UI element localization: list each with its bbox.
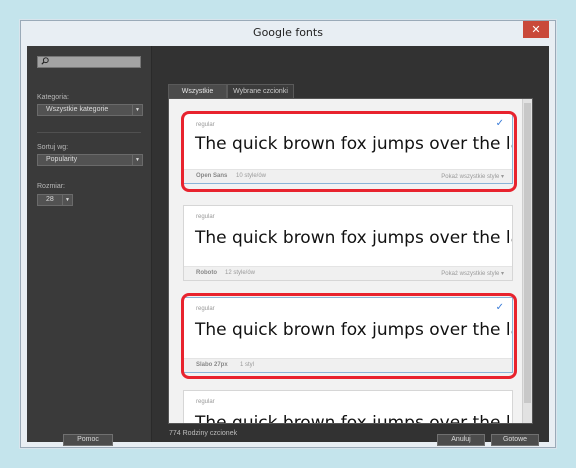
title-bar: Google fonts ✕ (21, 21, 555, 45)
font-sample: The quick brown fox jumps over the lazy … (195, 228, 512, 248)
size-select[interactable]: 28 ▼ (37, 194, 73, 206)
search-icon (41, 57, 49, 65)
families-count: 774 Rodziny czcionek (169, 430, 238, 437)
tab-selected-fonts[interactable]: Wybrane czcionki (227, 84, 294, 98)
font-name: Roboto (196, 270, 217, 276)
card-footer: Roboto 12 style/ów Pokaż wszystkie style… (184, 266, 512, 280)
style-label: regular (196, 214, 215, 220)
style-count: 12 style/ów (225, 270, 256, 276)
font-card-roboto[interactable]: regular The quick brown fox jumps over t… (183, 205, 513, 281)
close-button[interactable]: ✕ (523, 21, 549, 38)
sort-value: Popularity (46, 156, 78, 163)
scrollbar[interactable] (522, 99, 532, 423)
category-select[interactable]: Wszystkie kategorie ▼ (37, 104, 143, 116)
show-all-styles-link[interactable]: Pokaż wszystkie style ▾ (441, 270, 504, 277)
tab-all[interactable]: Wszystkie (168, 84, 227, 98)
font-sample: The quick brown fox jumps over the lazy … (195, 413, 512, 424)
scroll-thumb[interactable] (524, 103, 531, 403)
font-list: regular ✓ The quick brown fox jumps over… (168, 98, 533, 424)
dialog-client: Kategoria: Wszystkie kategorie ▼ Sortuj … (27, 46, 549, 446)
chevron-down-icon: ▼ (62, 195, 72, 205)
size-value: 28 (46, 196, 54, 203)
chevron-down-icon: ▼ (132, 155, 142, 165)
category-label: Kategoria: (37, 94, 69, 101)
chevron-down-icon: ▼ (132, 105, 142, 115)
search-input[interactable] (37, 56, 141, 68)
filter-panel: Kategoria: Wszystkie kategorie ▼ Sortuj … (27, 46, 152, 446)
style-label: regular (196, 399, 215, 405)
dialog-window: Google fonts ✕ Kategoria: Wszystkie kate… (20, 20, 556, 448)
cancel-button[interactable]: Anuluj (437, 434, 485, 446)
highlight-annotation (181, 293, 517, 379)
sort-select[interactable]: Popularity ▼ (37, 154, 143, 166)
done-button[interactable]: Gotowe (491, 434, 539, 446)
size-label: Rozmiar: (37, 183, 66, 190)
help-button[interactable]: Pomoc (63, 434, 113, 446)
category-value: Wszystkie kategorie (46, 106, 109, 113)
divider (37, 132, 141, 133)
font-card[interactable]: regular The quick brown fox jumps over t… (183, 390, 513, 424)
highlight-annotation (181, 111, 517, 192)
sort-label: Sortuj wg: (37, 144, 69, 151)
window-title: Google fonts (253, 26, 323, 39)
